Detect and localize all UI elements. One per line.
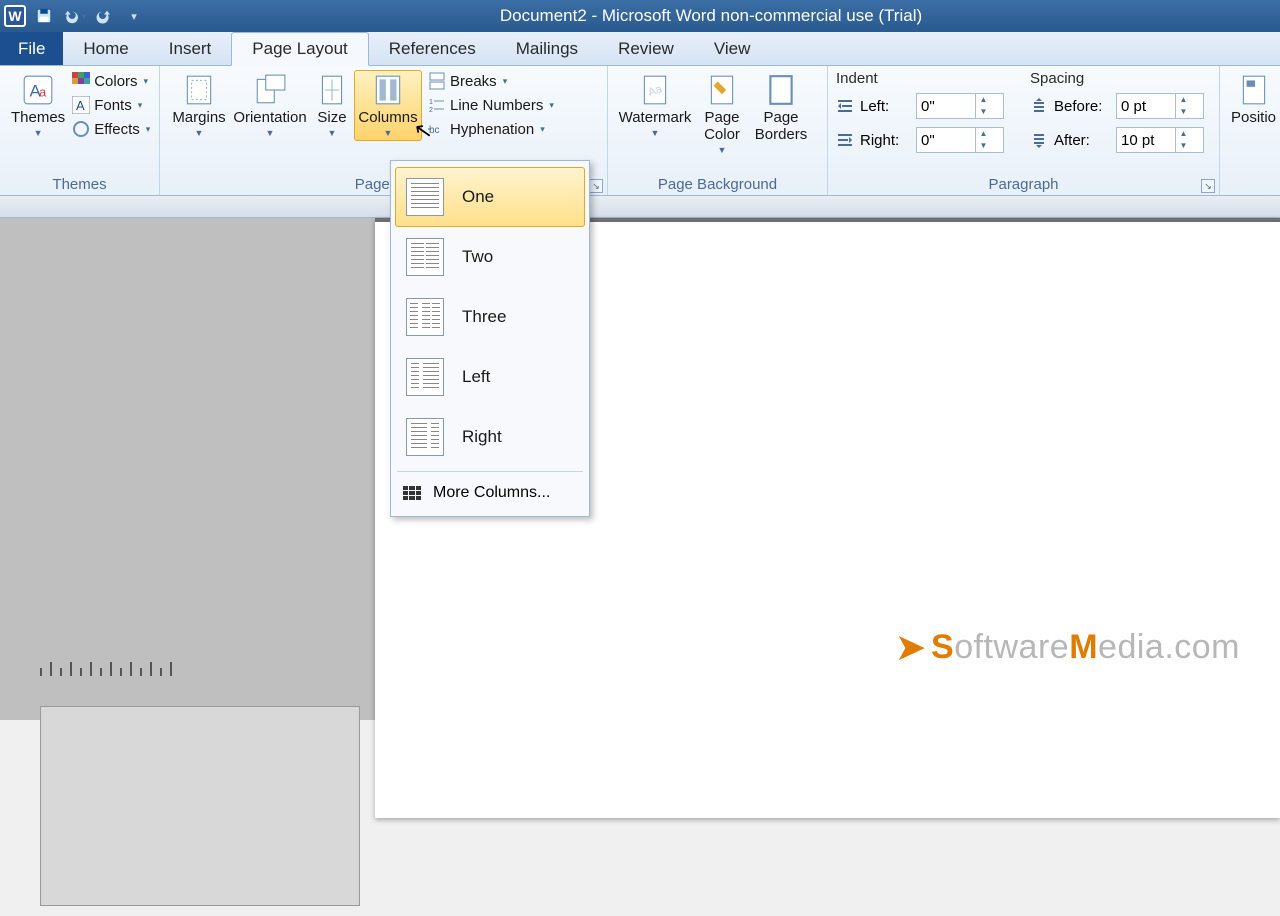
tab-references[interactable]: References <box>369 32 496 65</box>
theme-fonts-button[interactable]: A Fonts▾ <box>72 96 150 114</box>
horizontal-ruler[interactable] <box>0 196 1280 218</box>
tab-review[interactable]: Review <box>598 32 694 65</box>
app-icon: W <box>4 5 26 27</box>
theme-effects-button[interactable]: Effects▾ <box>72 120 150 138</box>
indent-left-icon <box>836 97 854 115</box>
group-paragraph: Indent Left: ▲▼ Right: ▲▼ Spacing Before… <box>828 66 1220 195</box>
page-color-button[interactable]: Page Color▼ <box>694 70 750 158</box>
page-thumbnail[interactable] <box>40 706 360 906</box>
tab-page-layout[interactable]: Page Layout <box>231 32 368 66</box>
tab-insert[interactable]: Insert <box>149 32 232 65</box>
group-arrange: Positio <box>1220 66 1278 195</box>
chevron-down-icon: ▼ <box>34 128 43 138</box>
watermark-icon: Aa <box>638 73 672 107</box>
watermark-logo: ➤ SoftwareMedia.com <box>895 625 1240 670</box>
save-button[interactable] <box>32 5 56 27</box>
margins-icon <box>182 73 216 107</box>
columns-left-icon <box>406 358 444 396</box>
tab-mailings[interactable]: Mailings <box>496 32 598 65</box>
themes-button[interactable]: Aa Themes ▼ <box>8 70 68 141</box>
hyphenation-button[interactable]: bc Hyphenation▾ <box>428 120 554 138</box>
indent-left-label: Left: <box>860 98 912 115</box>
page-setup-launcher[interactable]: ↘ <box>589 179 603 193</box>
columns-option-right[interactable]: Right <box>395 407 585 467</box>
columns-icon <box>371 73 405 107</box>
more-columns-item[interactable]: More Columns... <box>395 476 585 510</box>
spin-down[interactable]: ▼ <box>975 106 991 118</box>
columns-option-three[interactable]: Three <box>395 287 585 347</box>
effects-icon <box>72 120 90 138</box>
fonts-icon: A <box>72 96 90 114</box>
group-label-page-background: Page Background <box>616 174 819 193</box>
page-color-icon <box>705 73 739 107</box>
spacing-before-input[interactable]: ▲▼ <box>1116 93 1204 119</box>
quick-access-toolbar: ▾ ▾ <box>32 5 146 27</box>
window-title: Document2 - Microsoft Word non-commercia… <box>146 6 1276 26</box>
document-area: ➤ SoftwareMedia.com <box>0 196 1280 720</box>
page-borders-icon <box>764 73 798 107</box>
spacing-before-label: Before: <box>1054 98 1112 115</box>
tab-view[interactable]: View <box>694 32 771 65</box>
svg-text:a: a <box>39 84 47 99</box>
orientation-icon <box>253 73 287 107</box>
columns-right-icon <box>406 418 444 456</box>
spacing-after-icon <box>1030 131 1048 149</box>
qat-customize[interactable]: ▾ <box>122 5 146 27</box>
orientation-button[interactable]: Orientation▼ <box>230 70 310 141</box>
columns-dropdown: One Two Three Left Right More Columns... <box>390 160 590 517</box>
svg-text:bc: bc <box>429 125 440 136</box>
columns-two-icon <box>406 238 444 276</box>
colors-icon <box>72 72 90 90</box>
group-page-background: Aa Watermark▼ Page Color▼ Page Borders P… <box>608 66 828 195</box>
menu-separator <box>397 471 583 472</box>
spacing-before-icon <box>1030 97 1048 115</box>
line-numbers-button[interactable]: 12 Line Numbers▾ <box>428 96 554 114</box>
group-label-paragraph: Paragraph↘ <box>836 174 1211 193</box>
line-numbers-icon: 12 <box>428 96 446 114</box>
columns-option-left[interactable]: Left <box>395 347 585 407</box>
ribbon-tabs: File Home Insert Page Layout References … <box>0 32 1280 66</box>
spacing-heading: Spacing <box>1030 70 1206 87</box>
ribbon: Aa Themes ▼ Colors▾ A Fonts▾ Effects▾ <box>0 66 1280 196</box>
hyphenation-icon: bc <box>428 120 446 138</box>
position-button[interactable]: Positio <box>1228 70 1279 129</box>
spacing-after-input[interactable]: ▲▼ <box>1116 127 1204 153</box>
themes-icon: Aa <box>21 73 55 107</box>
redo-button[interactable] <box>92 5 116 27</box>
spacing-after-label: After: <box>1054 132 1112 149</box>
breaks-icon <box>428 72 446 90</box>
tab-file[interactable]: File <box>0 32 63 65</box>
tab-home[interactable]: Home <box>63 32 148 65</box>
page-borders-button[interactable]: Page Borders <box>750 70 812 146</box>
theme-colors-button[interactable]: Colors▾ <box>72 72 150 90</box>
svg-text:A: A <box>76 98 85 113</box>
paragraph-launcher[interactable]: ↘ <box>1201 179 1215 193</box>
indent-right-input[interactable]: ▲▼ <box>916 127 1004 153</box>
size-button[interactable]: Size▼ <box>310 70 354 141</box>
spin-up[interactable]: ▲ <box>975 94 991 106</box>
logo-arrow-icon: ➤ <box>895 625 927 670</box>
watermark-button[interactable]: Aa Watermark▼ <box>616 70 694 141</box>
breaks-button[interactable]: Breaks▾ <box>428 72 554 90</box>
navigation-pane <box>10 446 360 916</box>
svg-text:2: 2 <box>429 107 433 114</box>
indent-heading: Indent <box>836 70 1006 87</box>
title-bar: W ▾ ▾ Document2 - Microsoft Word non-com… <box>0 0 1280 32</box>
columns-button[interactable]: Columns▼ <box>354 70 422 141</box>
columns-one-icon <box>406 178 444 216</box>
indent-right-icon <box>836 131 854 149</box>
position-icon <box>1237 73 1271 107</box>
columns-option-two[interactable]: Two <box>395 227 585 287</box>
svg-text:1: 1 <box>429 99 433 106</box>
columns-three-icon <box>406 298 444 336</box>
undo-button[interactable]: ▾ <box>62 5 86 27</box>
columns-option-one[interactable]: One <box>395 167 585 227</box>
indent-left-input[interactable]: ▲▼ <box>916 93 1004 119</box>
more-columns-icon <box>403 486 421 500</box>
margins-button[interactable]: Margins▼ <box>168 70 230 141</box>
group-themes: Aa Themes ▼ Colors▾ A Fonts▾ Effects▾ <box>0 66 160 195</box>
group-label-themes: Themes <box>8 174 151 193</box>
indent-right-label: Right: <box>860 132 912 149</box>
size-icon <box>315 73 349 107</box>
